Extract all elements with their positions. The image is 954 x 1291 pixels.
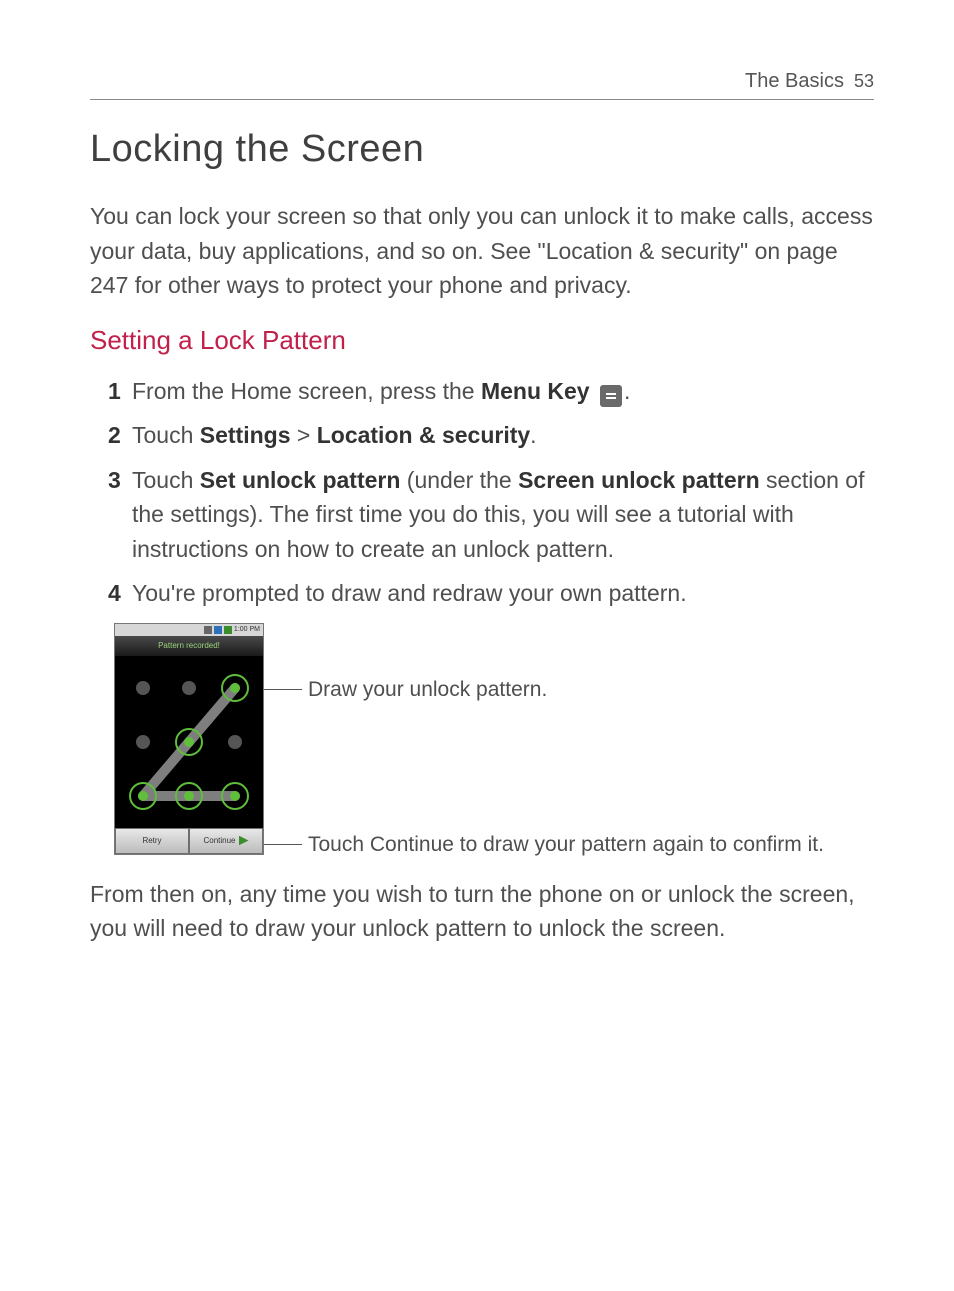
bold-text: Menu Key <box>481 378 590 404</box>
manual-page: The Basics 53 Locking the Screen You can… <box>0 0 954 1028</box>
status-icon <box>204 626 212 634</box>
callout-draw-pattern: Draw your unlock pattern. <box>264 678 547 702</box>
battery-icon <box>224 626 232 634</box>
menu-key-icon <box>600 385 622 407</box>
callout-column: Draw your unlock pattern. Touch Continue… <box>264 623 874 855</box>
callout-text: Draw your unlock pattern. <box>308 678 547 702</box>
step-text: Touch Settings > Location & security. <box>132 418 874 453</box>
status-time: 1:00 PM <box>234 626 260 633</box>
section-name: The Basics <box>745 70 844 93</box>
continue-button: Continue <box>189 828 263 854</box>
intro-paragraph: You can lock your screen so that only yo… <box>90 199 874 303</box>
text-fragment: > <box>291 422 317 448</box>
outro-paragraph: From then on, any time you wish to turn … <box>90 877 874 946</box>
bold-text: Set unlock pattern <box>200 467 401 493</box>
phone-button-row: Retry Continue <box>115 828 263 854</box>
step-1: 1 From the Home screen, press the Menu K… <box>108 374 874 409</box>
bold-text: Settings <box>200 422 291 448</box>
running-header: The Basics 53 <box>90 70 874 100</box>
step-3: 3 Touch Set unlock pattern (under the Sc… <box>108 463 874 567</box>
phone-screen-title: Pattern recorded! <box>115 636 263 656</box>
leader-line <box>264 689 302 690</box>
step-number: 3 <box>108 463 124 567</box>
continue-label: Continue <box>203 836 235 845</box>
retry-button: Retry <box>115 828 189 854</box>
text-fragment: . <box>530 422 536 448</box>
step-number: 1 <box>108 374 124 409</box>
callout-touch-continue: Touch Continue to draw your pattern agai… <box>264 833 824 857</box>
text-fragment: . <box>624 378 630 404</box>
page-number: 53 <box>854 71 874 92</box>
phone-status-bar: 1:00 PM <box>115 624 263 636</box>
step-text: From the Home screen, press the Menu Key… <box>132 374 874 409</box>
callout-text: Touch Continue to draw your pattern agai… <box>308 833 824 857</box>
bold-text: Location & security <box>317 422 530 448</box>
continue-arrow-icon <box>239 836 249 846</box>
step-number: 4 <box>108 576 124 611</box>
steps-list: 1 From the Home screen, press the Menu K… <box>108 374 874 611</box>
text-fragment: Touch <box>132 467 200 493</box>
phone-mockup: 1:00 PM Pattern recorded! <box>114 623 264 855</box>
figure-with-callouts: 1:00 PM Pattern recorded! <box>114 623 874 855</box>
step-4: 4 You're prompted to draw and redraw you… <box>108 576 874 611</box>
step-number: 2 <box>108 418 124 453</box>
page-title: Locking the Screen <box>90 128 874 171</box>
section-subheading: Setting a Lock Pattern <box>90 325 874 356</box>
bold-text: Screen unlock pattern <box>518 467 760 493</box>
pattern-grid <box>115 656 263 828</box>
step-2: 2 Touch Settings > Location & security. <box>108 418 874 453</box>
leader-line <box>264 844 302 845</box>
signal-icon <box>214 626 222 634</box>
step-text: Touch Set unlock pattern (under the Scre… <box>132 463 874 567</box>
step-text: You're prompted to draw and redraw your … <box>132 576 874 611</box>
text-fragment: (under the <box>400 467 518 493</box>
text-fragment: From the Home screen, press the <box>132 378 481 404</box>
text-fragment: Touch <box>132 422 200 448</box>
